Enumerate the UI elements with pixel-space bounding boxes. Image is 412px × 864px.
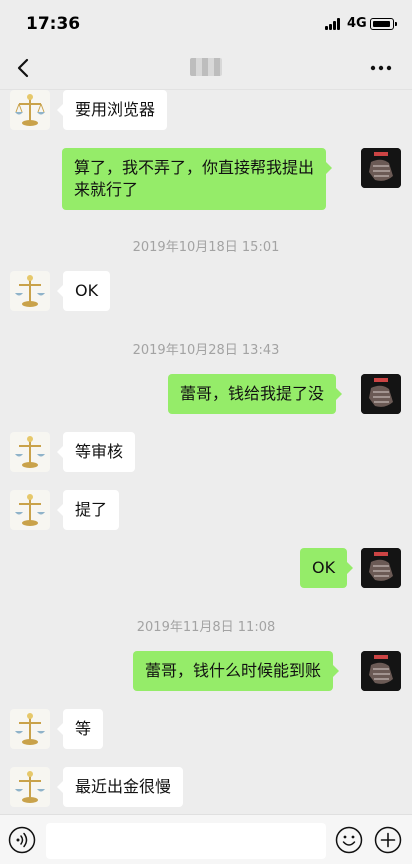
scale-avatar-icon	[15, 771, 45, 803]
my-avatar[interactable]	[361, 374, 401, 414]
message-input[interactable]	[46, 823, 326, 859]
chat-header	[0, 48, 412, 90]
sneaker-avatar-icon	[361, 548, 401, 588]
message-timestamp: 2019年11月8日 11:08	[136, 620, 276, 635]
chat-title-blurred	[190, 58, 222, 76]
status-time: 17:36	[26, 14, 81, 34]
back-icon[interactable]	[12, 56, 36, 80]
contact-avatar[interactable]	[10, 767, 50, 807]
message-bubble-received[interactable]: 等	[56, 709, 104, 749]
signal-icon	[325, 18, 343, 30]
sneaker-avatar-icon	[361, 374, 401, 414]
scale-avatar-icon	[15, 275, 45, 307]
message-bubble-received[interactable]: 要用浏览器	[56, 90, 168, 130]
sneaker-avatar-icon	[361, 148, 401, 188]
voice-icon[interactable]	[8, 826, 36, 854]
emoji-icon[interactable]	[335, 826, 363, 854]
my-avatar[interactable]	[361, 651, 401, 691]
contact-avatar[interactable]	[10, 90, 50, 130]
scale-avatar-icon	[15, 94, 45, 126]
message-timestamp: 2019年10月18日 15:01	[132, 240, 280, 255]
contact-avatar[interactable]	[10, 490, 50, 530]
my-avatar[interactable]	[361, 548, 401, 588]
plus-icon[interactable]	[374, 826, 402, 854]
message-timestamp: 2019年10月28日 13:43	[132, 343, 280, 358]
scale-avatar-icon	[15, 436, 45, 468]
message-bubble-sent[interactable]: OK	[300, 548, 354, 588]
sneaker-avatar-icon	[361, 651, 401, 691]
message-bubble-received[interactable]: 等审核	[56, 432, 136, 472]
message-bubble-received[interactable]: 提了	[56, 490, 120, 530]
my-avatar[interactable]	[361, 148, 401, 188]
battery-icon	[370, 18, 397, 30]
scale-avatar-icon	[15, 713, 45, 745]
chat-messages: 要用浏览器 算了，我不弄了，你直接帮我提出 来就行了 2019年10月18日 1…	[0, 90, 412, 814]
contact-avatar[interactable]	[10, 271, 50, 311]
message-bubble-received[interactable]: 最近出金很慢	[56, 767, 184, 807]
message-bubble-sent[interactable]: 蕾哥，钱给我提了没	[168, 374, 343, 414]
contact-avatar[interactable]	[10, 432, 50, 472]
message-bubble-received[interactable]: OK	[56, 271, 111, 311]
network-type: 4G	[347, 16, 367, 31]
status-bar: 17:36 4G	[0, 0, 412, 48]
more-dots-icon[interactable]	[370, 60, 392, 76]
message-input-bar	[0, 814, 412, 864]
message-bubble-sent[interactable]: 算了，我不弄了，你直接帮我提出 来就行了	[62, 148, 333, 210]
contact-avatar[interactable]	[10, 709, 50, 749]
scale-avatar-icon	[15, 494, 45, 526]
message-bubble-sent[interactable]: 蕾哥，钱什么时候能到账	[133, 651, 340, 691]
